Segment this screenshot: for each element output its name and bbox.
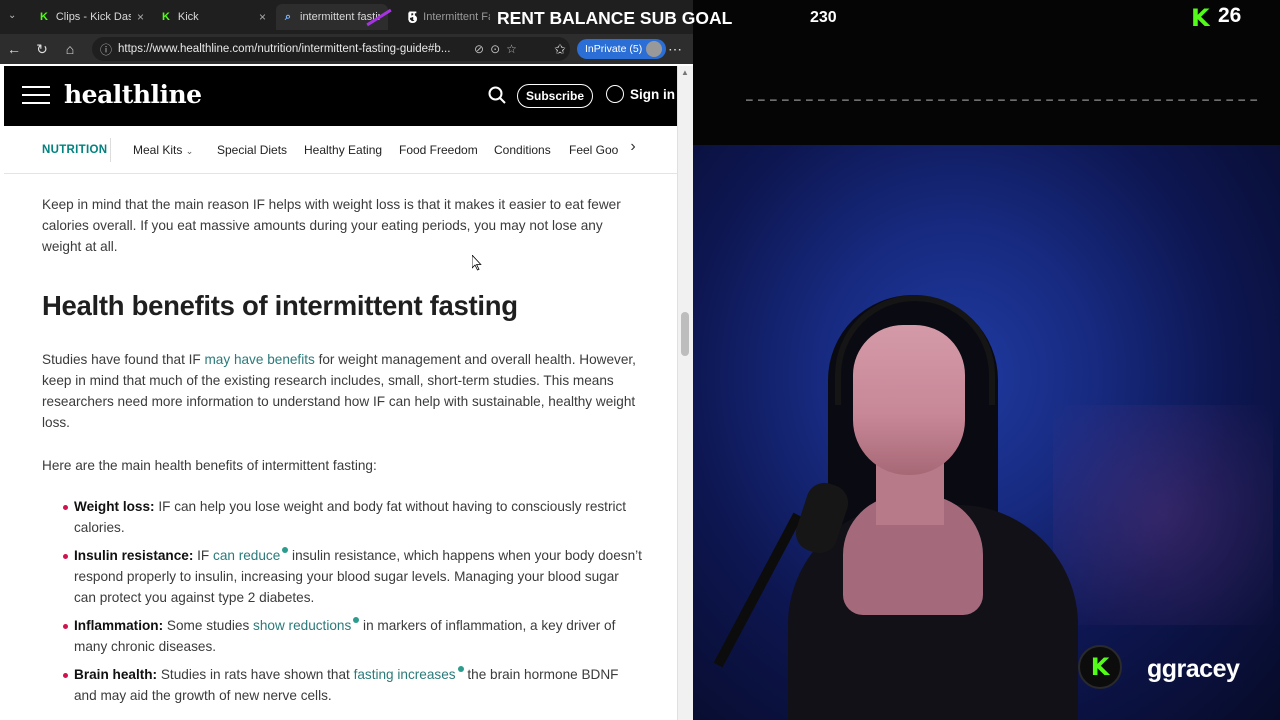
subscribe-button[interactable]: Subscribe — [517, 84, 594, 108]
sub-goal-count: 230 — [810, 9, 837, 26]
page-scrollbar[interactable]: ▲ — [677, 66, 693, 720]
goal-progress-dashes: – – – – – – – – – – – – – – – – – – – – … — [746, 96, 1260, 102]
profile-avatar — [646, 41, 663, 57]
kick-favicon-icon: K — [39, 11, 48, 23]
favorite-star-icon[interactable]: ☆ — [506, 42, 517, 56]
show-reductions-link[interactable]: show reductions — [253, 618, 351, 633]
sign-in-label: Sign in — [630, 86, 675, 102]
close-tab-icon[interactable]: × — [259, 10, 266, 24]
headset — [835, 295, 995, 405]
menu-icon[interactable] — [22, 86, 50, 106]
browser-toolbar: ← ↻ ⌂ ⓘ https://www.healthline.com/nutri… — [0, 34, 693, 64]
favorites-icon[interactable]: ✩ — [546, 35, 574, 63]
article-content: Keep in mind that the main reason IF hel… — [4, 175, 677, 720]
webcam-feed — [693, 145, 1280, 720]
scroll-thumb[interactable] — [681, 312, 689, 356]
list-item: Weight loss: IF can help you lose weight… — [42, 496, 642, 538]
inprivate-badge[interactable]: InPrivate (5) — [577, 39, 667, 59]
close-tab-icon[interactable]: × — [137, 10, 144, 24]
benefits-paragraph: Studies have found that IF may have bene… — [42, 352, 636, 430]
list-item: Brain health: Studies in rats have shown… — [42, 664, 642, 706]
goal-prefix: 5 — [408, 8, 418, 27]
category-nav: NUTRITION Meal Kits ⌄ Special Diets Heal… — [4, 126, 677, 174]
tab-kick[interactable]: K Kick × — [154, 4, 272, 30]
home-icon[interactable]: ⌂ — [56, 35, 84, 63]
more-menu-icon[interactable]: ⋯ — [668, 41, 682, 58]
extensions-icon[interactable]: ⊙ — [490, 42, 500, 56]
url-text: https://www.healthline.com/nutrition/int… — [118, 43, 451, 55]
nav-item-feel-good[interactable]: Feel Goo — [569, 143, 619, 157]
browser-window: ⌄ K Clips - Kick Dashb × K Kick × ⌕ inte… — [0, 0, 693, 720]
nav-item-healthy-eating[interactable]: Healthy Eating — [304, 143, 382, 157]
list-item: Insulin resistance: IF can reduce insuli… — [42, 545, 642, 608]
kick-favicon-icon: K — [161, 11, 170, 23]
fasting-increases-link[interactable]: fasting increases — [354, 667, 456, 682]
tab-title: Intermittent Fast — [423, 11, 490, 23]
nav-divider — [110, 138, 111, 162]
section-heading: Health benefits of intermittent fasting — [42, 290, 518, 321]
sub-goal-title: RENT BALANCE SUB GOAL — [497, 8, 733, 28]
nav-item-special-diets[interactable]: Special Diets — [217, 143, 287, 157]
tracking-prevention-icon[interactable]: ⊘ — [474, 42, 484, 56]
streamer-name: ggracey — [1147, 655, 1240, 683]
site-header: healthline Subscribe Sign in — [4, 66, 677, 126]
sign-in-button[interactable]: Sign in — [606, 85, 675, 103]
kick-badge-icon: K — [1078, 645, 1122, 689]
tab-actions-icon[interactable]: ⌄ — [8, 10, 16, 21]
chevron-right-icon[interactable]: › — [622, 138, 644, 160]
search-favicon-icon: ⌕ — [284, 10, 292, 23]
can-reduce-link[interactable]: can reduce — [213, 548, 280, 563]
site-info-icon[interactable]: ⓘ — [100, 41, 112, 58]
search-icon[interactable] — [488, 86, 506, 104]
nav-item-meal-kits[interactable]: Meal Kits ⌄ — [133, 143, 193, 157]
kick-sub-count: 26 — [1218, 4, 1242, 27]
back-icon[interactable]: ← — [0, 35, 28, 63]
tab-clips[interactable]: K Clips - Kick Dashb × — [32, 4, 150, 30]
inprivate-label: InPrivate (5) — [585, 43, 643, 55]
tab-intermittent-fasting-search[interactable]: ⌕ intermittent fastin — [276, 4, 388, 30]
address-bar[interactable]: ⓘ https://www.healthline.com/nutrition/i… — [92, 37, 570, 61]
kick-logo-icon: K — [1191, 4, 1210, 32]
tab-title: Kick — [177, 11, 199, 23]
nav-item-food-freedom[interactable]: Food Freedom — [399, 143, 478, 157]
tab-title: Clips - Kick Dashb — [55, 11, 131, 23]
list-intro-paragraph: Here are the main health benefits of int… — [42, 458, 377, 473]
chevron-down-icon: ⌄ — [185, 146, 194, 156]
nav-item-conditions[interactable]: Conditions — [494, 143, 551, 157]
list-item: Inflammation: Some studies show reductio… — [42, 615, 642, 657]
background-glow — [1053, 405, 1273, 625]
site-logo[interactable]: healthline — [64, 80, 202, 109]
may-have-benefits-link[interactable]: may have benefits — [204, 352, 314, 367]
user-icon — [606, 85, 624, 103]
nav-section-nutrition[interactable]: NUTRITION — [42, 144, 107, 156]
scroll-up-icon[interactable]: ▲ — [681, 68, 689, 77]
intro-paragraph: Keep in mind that the main reason IF hel… — [42, 197, 621, 254]
refresh-icon[interactable]: ↻ — [28, 35, 56, 63]
mouse-cursor-icon — [472, 255, 482, 271]
